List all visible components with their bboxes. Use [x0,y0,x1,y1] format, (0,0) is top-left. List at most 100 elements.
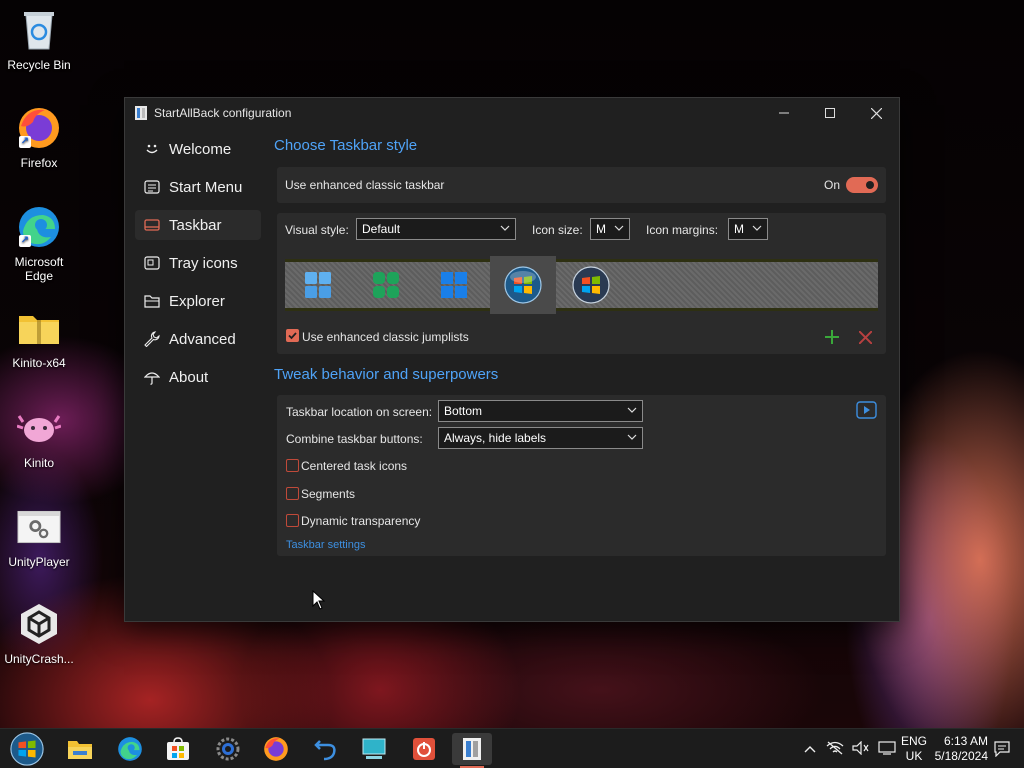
desktop-icon-label: Firefox [20,156,58,170]
desktop-icon-recycle-bin[interactable]: Recycle Bin [4,8,74,72]
chevron-down-icon [627,434,637,440]
volume-button[interactable] [852,740,870,758]
input-language-indicator[interactable]: ENG UK [901,734,927,764]
taskbar-style-heading: Choose Taskbar style [274,137,418,154]
notification-center-button[interactable] [994,741,1010,760]
settings-icon [216,737,240,761]
icon-size-select[interactable]: M [590,218,630,240]
style-option-windows-7[interactable] [490,256,556,314]
segments-checkbox[interactable] [286,487,299,500]
windows-10-icon [441,272,467,298]
shortcut-arrow-icon: ↗ [19,136,31,148]
taskbar-settings-link[interactable]: Taskbar settings [286,539,365,551]
sidebar-item-start-menu[interactable]: Start Menu [135,172,261,202]
combine-buttons-select[interactable]: Always, hide labels [438,427,643,449]
taskbar-app-undo[interactable] [306,733,346,765]
taskbar-location-value: Bottom [444,404,483,418]
startallback-icon [135,106,147,120]
network-off-icon [826,741,844,754]
minimize-icon [779,112,789,114]
sidebar-item-label: About [169,368,209,386]
sidebar-item-about[interactable]: About [135,362,261,392]
store-icon [167,737,189,760]
axolotl-icon [17,406,61,450]
taskbar-icon [144,217,160,233]
windows-taskbar: ENG UK 6:13 AM 5/18/2024 [0,728,1024,768]
style-option-windows-11[interactable] [285,256,351,314]
video-help-button[interactable] [856,401,877,422]
combine-buttons-label: Combine taskbar buttons: [286,432,423,446]
desktop-icon-edge[interactable]: ↗ Microsoft Edge [4,205,74,283]
minimize-button[interactable] [761,98,807,128]
taskbar-location-select[interactable]: Bottom [438,400,643,422]
play-video-icon [856,401,877,419]
desktop-icon-unitycrash[interactable]: UnityCrash... [4,602,74,666]
style-option-windows-vista[interactable] [558,256,624,314]
centered-icons-label: Centered task icons [301,459,408,473]
desktop-icon-firefox[interactable]: ↗ Firefox [4,106,74,170]
chevron-down-icon [614,225,624,231]
display-button[interactable] [878,740,896,758]
undo-app-icon [314,740,336,761]
icon-margins-value: M [734,222,744,236]
sidebar-nav: Welcome Start Menu Taskbar Tray icons Ex… [135,134,261,400]
sidebar-item-taskbar[interactable]: Taskbar [135,210,261,240]
combine-buttons-value: Always, hide labels [444,431,547,445]
close-button[interactable] [853,98,899,128]
wrench-icon [144,331,160,347]
startallback-icon [463,738,481,760]
add-button[interactable] [825,330,839,347]
remove-button[interactable] [858,330,873,347]
taskbar-app-store[interactable] [158,733,198,765]
start-button[interactable] [7,732,47,766]
desktop-icon-label: Microsoft Edge [14,255,64,283]
enhanced-taskbar-toggle[interactable] [846,177,878,193]
style-option-windows-11-green[interactable] [353,256,419,314]
visual-style-value: Default [362,222,401,236]
taskbar-clock[interactable]: 6:13 AM 5/18/2024 [935,734,988,764]
taskbar-app-firefox[interactable] [256,733,296,765]
x-icon [858,330,873,345]
taskbar-app-power[interactable] [404,733,444,765]
tray-icon [144,255,160,271]
show-hidden-icons-button[interactable] [804,742,816,756]
taskbar-app-edge[interactable] [110,733,150,765]
sidebar-item-advanced[interactable]: Advanced [135,324,261,354]
enhanced-jumplists-checkbox[interactable] [286,329,299,342]
chevron-down-icon [752,225,762,231]
clock-time: 6:13 AM [943,734,988,748]
taskbar-app-startallback[interactable] [452,733,492,768]
checkmark-icon [288,332,297,340]
visual-style-select[interactable]: Default [356,218,516,240]
centered-icons-checkbox[interactable] [286,459,299,472]
sidebar-item-tray-icons[interactable]: Tray icons [135,248,261,278]
windows-7-start-icon [10,732,44,766]
file-explorer-icon [68,741,92,759]
unity-icon [17,602,61,646]
window-title: StartAllBack configuration [154,106,292,120]
taskbar-app-desktop[interactable] [354,733,394,765]
icon-margins-select[interactable]: M [728,218,768,240]
taskbar-app-file-explorer[interactable] [60,733,100,765]
desktop-icon-kinito-x64[interactable]: Kinito-x64 [4,306,74,370]
sidebar-item-label: Taskbar [169,216,222,234]
sidebar-item-label: Tray icons [169,254,238,272]
sidebar-item-explorer[interactable]: Explorer [135,286,261,316]
desktop-icon-kinito[interactable]: Kinito [4,406,74,470]
network-button[interactable] [826,741,844,758]
window-titlebar[interactable]: StartAllBack configuration [125,98,899,128]
style-option-windows-10[interactable] [421,256,487,314]
toggle-knob [866,181,874,189]
desktop-app-icon [362,738,386,759]
desktop-icon-unityplayer[interactable]: UnityPlayer [4,505,74,569]
taskbar-app-settings[interactable] [208,733,248,765]
mouse-cursor-icon [312,590,326,610]
windows-vista-orb-icon [572,266,610,304]
smile-icon [144,141,160,157]
dynamic-transparency-checkbox[interactable] [286,514,299,527]
sidebar-item-welcome[interactable]: Welcome [135,134,261,164]
maximize-button[interactable] [807,98,853,128]
segments-label: Segments [301,487,356,501]
chevron-down-icon [500,225,510,231]
maximize-icon [825,108,835,118]
